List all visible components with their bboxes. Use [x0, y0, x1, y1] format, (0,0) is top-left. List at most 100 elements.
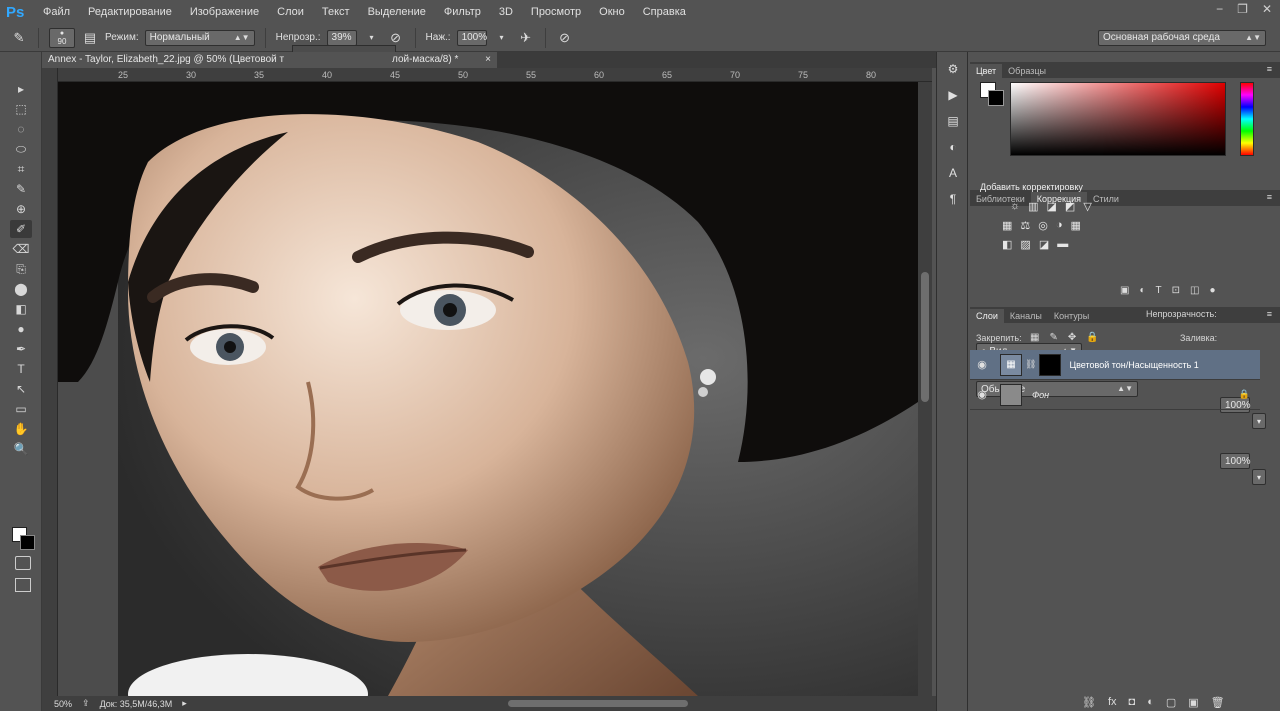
pressure-opacity-icon[interactable]: ⊘ — [387, 29, 405, 47]
tab-channels[interactable]: Каналы — [1004, 309, 1048, 323]
actions-play-icon[interactable]: ▶ — [942, 86, 964, 104]
hue-slider[interactable] — [1240, 82, 1254, 156]
photo-filter-icon[interactable]: ◑ — [1056, 219, 1063, 232]
vertical-scroll-thumb[interactable] — [921, 272, 929, 402]
flow-field[interactable]: 100% — [456, 29, 487, 46]
history-icon[interactable]: ⚙ — [942, 60, 964, 78]
color-picker-field[interactable] — [1010, 82, 1226, 156]
menu-image[interactable]: Изображение — [181, 6, 268, 18]
image-canvas[interactable] — [58, 82, 918, 696]
layer-row-background[interactable]: ◉ Фон 🔒 — [970, 380, 1260, 410]
menu-filter[interactable]: Фильтр — [435, 6, 490, 18]
menu-layers[interactable]: Слои — [268, 6, 313, 18]
horizontal-scroll-thumb[interactable] — [508, 700, 688, 707]
layer-row-hue-saturation[interactable]: ◉ ▦ ⛓ Цветовой тон/Насыщенность 1 — [970, 350, 1260, 380]
filter-shape-icon[interactable]: ⊡ — [1172, 285, 1180, 296]
tab-layers[interactable]: Слои — [970, 309, 1004, 323]
close-tab-icon[interactable]: × — [485, 54, 491, 65]
trash-icon[interactable]: 🗑 — [1211, 696, 1225, 709]
marquee-tool-icon[interactable]: ⬚ — [10, 100, 32, 118]
layer-mask-thumbnail[interactable] — [1039, 353, 1062, 376]
visibility-eye-icon[interactable]: ◉ — [970, 358, 994, 371]
lasso-tool-icon[interactable]: ◌ — [10, 120, 32, 138]
lock-position-icon[interactable]: ✥ — [1068, 332, 1076, 343]
move-tool-icon[interactable]: ▸ — [10, 80, 32, 98]
eraser-tool-icon[interactable]: ⌫ — [10, 240, 32, 258]
menu-3d[interactable]: 3D — [490, 6, 522, 18]
eyedropper-tool-icon[interactable]: ✎ — [10, 180, 32, 198]
visibility-eye-icon[interactable]: ◉ — [970, 388, 994, 401]
paragraph-icon[interactable]: ¶ — [942, 190, 964, 208]
exposure-icon[interactable]: ◩ — [1065, 200, 1075, 213]
quick-mask-icon[interactable] — [15, 556, 31, 570]
character-icon[interactable]: A — [942, 164, 964, 182]
pressure-size-icon[interactable]: ⊘ — [556, 29, 574, 47]
brush-size-picker[interactable]: ● 90 — [49, 27, 75, 48]
layer-opacity-dropdown[interactable]: ▾ — [1252, 413, 1266, 429]
hand-tool-icon[interactable]: ✋ — [10, 420, 32, 438]
vibrance-icon[interactable]: ▽ — [1083, 200, 1091, 213]
posterize-icon[interactable]: ▨ — [1020, 238, 1030, 251]
brush-tool-icon[interactable]: ✐ — [10, 220, 32, 238]
new-layer-icon[interactable]: ▣ — [1188, 696, 1198, 709]
filter-toggle-icon[interactable]: ● — [1209, 285, 1215, 296]
new-group-icon[interactable]: ▢ — [1166, 696, 1176, 709]
threshold-icon[interactable]: ◪ — [1039, 238, 1049, 251]
minimize-button[interactable]: − — [1216, 2, 1223, 16]
document-tab[interactable]: Annex - Taylor, Elizabeth_22.jpg @ 50% (… — [42, 52, 497, 68]
color-bg-swatch[interactable] — [988, 90, 1004, 106]
hue-saturation-icon[interactable]: ▦ — [1002, 219, 1012, 232]
healing-tool-icon[interactable]: ⊕ — [10, 200, 32, 218]
screen-mode-icon[interactable] — [15, 578, 31, 592]
channel-mixer-icon[interactable]: ▦ — [1071, 219, 1081, 232]
tab-paths[interactable]: Контуры — [1048, 309, 1095, 323]
background-color-swatch[interactable] — [20, 535, 35, 550]
close-button[interactable]: ✕ — [1262, 2, 1272, 16]
menu-help[interactable]: Справка — [634, 6, 695, 18]
blur-tool-icon[interactable]: ⬤ — [10, 280, 32, 298]
type-tool-icon[interactable]: T — [10, 360, 32, 378]
panel-menu-icon[interactable]: ≡ — [1267, 64, 1272, 74]
dodge-tool-icon[interactable]: ● — [10, 320, 32, 338]
filter-smart-icon[interactable]: ◫ — [1190, 285, 1199, 296]
filter-type-icon[interactable]: T — [1156, 285, 1162, 296]
status-menu-icon[interactable]: ▸ — [182, 698, 187, 709]
history-brush-tool-icon[interactable]: ⎘ — [10, 260, 32, 278]
layer-style-icon[interactable]: fx — [1108, 696, 1117, 709]
gradient-tool-icon[interactable]: ◧ — [10, 300, 32, 318]
airbrush-icon[interactable]: ✈ — [517, 29, 535, 47]
properties-icon[interactable]: ▤ — [942, 112, 964, 130]
menu-edit[interactable]: Редактирование — [79, 6, 181, 18]
tab-swatches[interactable]: Образцы — [1002, 64, 1052, 78]
link-chain-icon[interactable]: ⛓ — [1025, 359, 1036, 370]
info-icon[interactable]: ◐ — [942, 138, 964, 156]
fill-dropdown[interactable]: ▾ — [1252, 469, 1266, 485]
opacity-field[interactable]: 39% — [326, 29, 357, 46]
levels-icon[interactable]: ▥ — [1028, 200, 1038, 213]
black-white-icon[interactable]: ◎ — [1038, 219, 1048, 232]
menu-view[interactable]: Просмотр — [522, 6, 590, 18]
mode-select[interactable]: Нормальный ▲▼ — [144, 29, 255, 46]
fill-field[interactable]: 100% — [1220, 453, 1251, 469]
path-select-tool-icon[interactable]: ↖ — [10, 380, 32, 398]
menu-window[interactable]: Окно — [590, 6, 634, 18]
pen-tool-icon[interactable]: ✒ — [10, 340, 32, 358]
add-mask-icon[interactable]: ◘ — [1129, 696, 1136, 709]
brush-panel-icon[interactable]: ▤ — [81, 29, 99, 47]
brightness-icon[interactable]: ☼ — [1010, 200, 1020, 213]
new-adjustment-icon[interactable]: ◐ — [1147, 696, 1154, 709]
zoom-tool-icon[interactable]: 🔍 — [10, 440, 32, 458]
opacity-dropdown-icon[interactable]: ▾ — [363, 29, 381, 47]
menu-select[interactable]: Выделение — [359, 6, 435, 18]
quick-select-tool-icon[interactable]: ⬭ — [10, 140, 32, 158]
tab-color[interactable]: Цвет — [970, 64, 1003, 78]
menu-file[interactable]: Файл — [34, 6, 79, 18]
workspace-select[interactable]: Основная рабочая среда ▲▼ — [1098, 29, 1266, 46]
zoom-level[interactable]: 50% — [54, 699, 72, 709]
flow-dropdown-icon[interactable]: ▾ — [493, 29, 511, 47]
shape-tool-icon[interactable]: ▭ — [10, 400, 32, 418]
lock-transparent-icon[interactable]: ▦ — [1030, 332, 1039, 343]
lock-all-icon[interactable]: 🔒 — [1086, 332, 1098, 343]
curves-icon[interactable]: ◪ — [1047, 200, 1057, 213]
export-icon[interactable]: ⇪ — [82, 698, 90, 709]
